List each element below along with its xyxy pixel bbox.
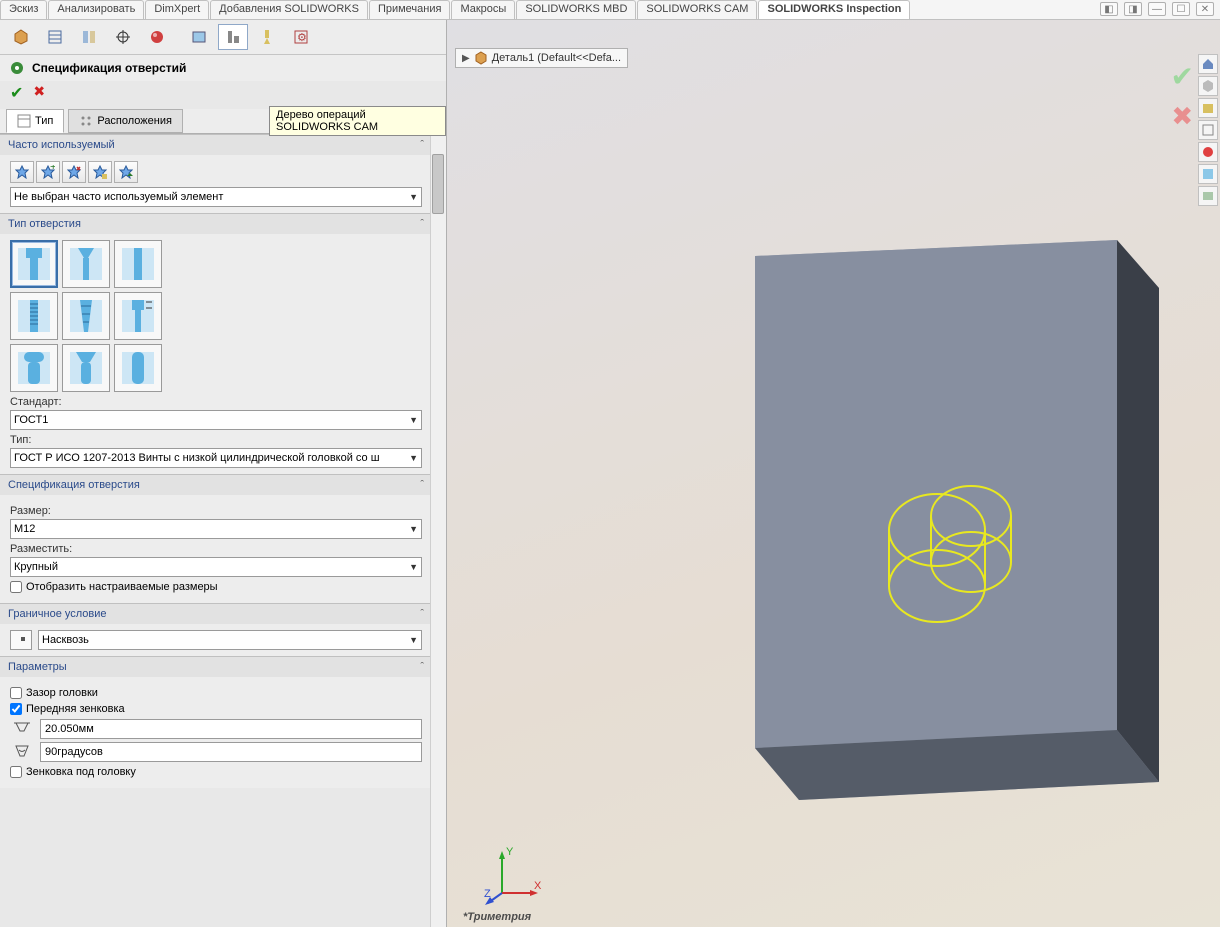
hole-countersink-slot[interactable] [62, 344, 110, 392]
svg-text:Y: Y [506, 846, 514, 858]
command-manager-tabs: Эскиз Анализировать DimXpert Добавления … [0, 0, 1220, 20]
near-csk-check[interactable]: Передняя зенковка [10, 703, 422, 715]
endcond-header[interactable]: Граничное условиеˆ [0, 604, 432, 624]
tab-addins[interactable]: Добавления SOLIDWORKS [210, 0, 368, 19]
window-controls: ◧ ◨ — ☐ ✕ [1100, 2, 1214, 16]
cam-tree-icon-1[interactable] [184, 24, 214, 50]
chevron-up-icon: ˆ [420, 479, 424, 491]
fav-add-button[interactable]: + [36, 161, 60, 183]
options-header[interactable]: Параметрыˆ [0, 657, 432, 677]
accept-button[interactable]: ✔ [10, 83, 23, 103]
property-manager-icon[interactable] [40, 24, 70, 50]
cam-tree-icon-2[interactable] [218, 24, 248, 50]
size-combo[interactable]: М12▼ [10, 519, 422, 539]
cam-tree-icon-4[interactable]: ⚙ [286, 24, 316, 50]
feature-tree-icon[interactable] [6, 24, 36, 50]
reverse-direction-button[interactable] [10, 630, 32, 650]
tab-mbd[interactable]: SOLIDWORKS MBD [516, 0, 636, 19]
hole-pipe-tap[interactable] [62, 292, 110, 340]
pm-scroll: Часто используемыйˆ + Не выбран часто ис… [0, 133, 446, 927]
hole-legacy[interactable] [114, 292, 162, 340]
holetype-header[interactable]: Тип отверстияˆ [0, 214, 432, 234]
fit-label: Разместить: [10, 543, 422, 555]
positions-tab-icon [79, 114, 93, 128]
win-btn-1[interactable]: ◧ [1100, 2, 1118, 16]
holespec-header[interactable]: Спецификация отверстияˆ [0, 475, 432, 495]
view-triad[interactable]: Y X Z [482, 845, 542, 905]
hole-wizard-icon [8, 59, 26, 77]
pm-title-row: Спецификация отверстий [0, 55, 446, 81]
hole-slot[interactable] [114, 344, 162, 392]
view-orientation-label: *Триметрия [463, 911, 531, 923]
inner-tab-positions[interactable]: Расположения [68, 109, 183, 133]
head-clearance-check[interactable]: Зазор головки [10, 687, 422, 699]
under-csk-check[interactable]: Зенковка под головку [10, 766, 422, 778]
display-manager-icon[interactable] [142, 24, 172, 50]
tab-analyze[interactable]: Анализировать [48, 0, 144, 19]
tab-sketch[interactable]: Эскиз [0, 0, 47, 19]
fav-apply-button[interactable] [10, 161, 34, 183]
endcond-combo[interactable]: Насквозь▼ [38, 630, 422, 650]
chevron-up-icon: ˆ [420, 139, 424, 151]
tab-cam[interactable]: SOLIDWORKS CAM [637, 0, 757, 19]
standard-combo[interactable]: ГОСТ1▼ [10, 410, 422, 430]
hole-counterbore-slot[interactable] [10, 344, 58, 392]
csk-diameter-input[interactable] [40, 719, 422, 739]
fav-save-button[interactable] [88, 161, 112, 183]
favorites-header[interactable]: Часто используемыйˆ [0, 135, 432, 155]
standard-label: Стандарт: [10, 396, 422, 408]
accept-cancel-row: ✔ ✖ [0, 81, 446, 109]
hole-countersink[interactable] [62, 240, 110, 288]
size-label: Размер: [10, 505, 422, 517]
tab-inspection[interactable]: SOLIDWORKS Inspection [758, 0, 910, 19]
property-manager: ⚙ Дерево операций SOLIDWORKS CAM Специфи… [0, 20, 447, 927]
graphics-viewport[interactable]: ▶ Деталь1 (Default<<Defa... ✔ ✖ [447, 20, 1220, 927]
fav-delete-button[interactable] [62, 161, 86, 183]
feature-tree-tabs: ⚙ [0, 20, 446, 55]
type-label: Тип: [10, 434, 422, 446]
chevron-up-icon: ˆ [420, 661, 424, 673]
scrollbar[interactable] [430, 134, 446, 927]
win-close[interactable]: ✕ [1196, 2, 1214, 16]
chevron-up-icon: ˆ [420, 608, 424, 620]
csk-diameter-icon [10, 719, 34, 739]
win-maximize[interactable]: ☐ [1172, 2, 1190, 16]
model-render [447, 30, 1207, 910]
win-btn-2[interactable]: ◨ [1124, 2, 1142, 16]
type-combo[interactable]: ГОСТ Р ИСО 1207-2013 Винты с низкой цили… [10, 448, 422, 468]
chevron-up-icon: ˆ [420, 218, 424, 230]
fav-load-button[interactable] [114, 161, 138, 183]
svg-text:+: + [50, 165, 55, 173]
custom-sizing-check[interactable]: Отобразить настраиваемые размеры [10, 581, 422, 593]
pm-title: Спецификация отверстий [32, 61, 186, 75]
scroll-thumb[interactable] [432, 154, 444, 214]
hole-type-grid [10, 240, 190, 392]
svg-text:X: X [534, 880, 542, 892]
svg-text:⚙: ⚙ [297, 32, 307, 44]
svg-text:Z: Z [484, 888, 491, 900]
win-minimize[interactable]: — [1148, 2, 1166, 16]
tab-dimxpert[interactable]: DimXpert [145, 0, 209, 19]
hole-simple[interactable] [114, 240, 162, 288]
inner-tab-type[interactable]: Тип [6, 109, 64, 133]
csk-angle-input[interactable] [40, 742, 422, 762]
favorites-combo[interactable]: Не выбран часто используемый элемент▼ [10, 187, 422, 207]
type-tab-icon [17, 114, 31, 128]
csk-angle-icon [10, 742, 34, 762]
tooltip: Дерево операций SOLIDWORKS CAM [269, 106, 446, 136]
cancel-button[interactable]: ✖ [33, 83, 45, 103]
tab-notes[interactable]: Примечания [369, 0, 451, 19]
fit-combo[interactable]: Крупный▼ [10, 557, 422, 577]
dimxpert-manager-icon[interactable] [108, 24, 138, 50]
hole-tap[interactable] [10, 292, 58, 340]
tab-macros[interactable]: Макросы [451, 0, 515, 19]
hole-counterbore[interactable] [10, 240, 58, 288]
cam-tree-icon-3[interactable] [252, 24, 282, 50]
config-manager-icon[interactable] [74, 24, 104, 50]
